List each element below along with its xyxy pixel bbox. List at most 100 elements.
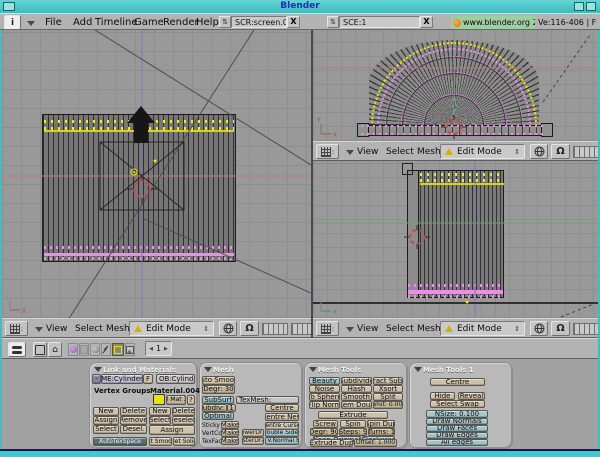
- material-select-button[interactable]: Select: [149, 416, 171, 425]
- layer-buttons-group2[interactable]: [291, 323, 311, 335]
- layer-buttons-group1[interactable]: [262, 323, 288, 335]
- smooth-button[interactable]: Smooth: [341, 393, 372, 401]
- header-collapse-icon[interactable]: [346, 327, 354, 332]
- rotation-pivot-button[interactable]: Ω: [551, 321, 570, 336]
- panel-collapse-icon[interactable]: [94, 367, 102, 372]
- viewport-type-button[interactable]: :: [316, 321, 339, 336]
- material-assign-button[interactable]: Assign: [149, 425, 195, 435]
- reveal-button[interactable]: Reveal: [458, 392, 485, 400]
- degr-field[interactable]: Degr: 30: [202, 385, 235, 394]
- viewport-top[interactable]: Y X: [313, 30, 598, 141]
- autotexspace-toggle[interactable]: AutoTexSpace: [93, 437, 147, 446]
- scene-selector[interactable]: SCE:1: [339, 16, 420, 28]
- mesh-name-field[interactable]: ME:Cylinder: [101, 374, 143, 384]
- viewport-front[interactable]: Z X: [2, 30, 311, 318]
- sticky-make-button[interactable]: Make: [221, 421, 239, 429]
- subdiv-render-field[interactable]: 1: [227, 404, 236, 412]
- texmesh-field[interactable]: TexMesh:: [236, 396, 299, 404]
- blender-logo-button[interactable]: i: [4, 15, 21, 30]
- panels-menu-button[interactable]: [8, 342, 26, 357]
- view-menu[interactable]: View: [357, 324, 378, 334]
- vgroup-deselect-button[interactable]: Desel.: [120, 425, 147, 434]
- vgroup-assign-button[interactable]: Assign: [93, 416, 119, 425]
- mode-dropdown[interactable]: Edit Mode ⇕: [440, 144, 525, 159]
- viewport-side[interactable]: Z Y: [313, 161, 598, 318]
- material-help-button[interactable]: ?: [187, 395, 195, 405]
- shading-context-button[interactable]: [90, 343, 100, 356]
- material-new-button[interactable]: New: [149, 407, 171, 416]
- select-swap-button[interactable]: Select Swap: [430, 400, 485, 408]
- offset-field[interactable]: Offset: 1.000: [354, 439, 397, 447]
- screen-delete-button[interactable]: X: [287, 16, 300, 28]
- centre-new-button[interactable]: Centre New: [265, 413, 299, 421]
- panel-collapse-icon[interactable]: [204, 367, 212, 372]
- object-context-button[interactable]: [101, 343, 111, 356]
- panel-mesh[interactable]: Mesh Auto Smooth Degr: 30 SubSurf TexMes…: [200, 363, 302, 448]
- scene-browse-button[interactable]: ⇅: [327, 16, 339, 28]
- subsurf-toggle[interactable]: SubSurf: [202, 396, 234, 404]
- vgroup-new-button[interactable]: New: [93, 407, 119, 416]
- set-smooth-button[interactable]: Set Smooth: [149, 437, 172, 446]
- panel-mesh-tools-1[interactable]: Mesh Tools 1 Centre Hide Reveal Select S…: [410, 363, 512, 448]
- nsize-field[interactable]: NSize: 0.100: [426, 410, 488, 418]
- scene-context-button[interactable]: [125, 343, 135, 356]
- chevron-down-icon[interactable]: [27, 21, 35, 26]
- mesh-menu[interactable]: Mesh: [417, 147, 441, 157]
- view-menu[interactable]: View: [357, 147, 378, 157]
- editing-context-button[interactable]: [112, 343, 124, 356]
- menu-file[interactable]: File: [45, 17, 62, 28]
- mesh-menu[interactable]: Mesh: [106, 324, 130, 334]
- screw-button[interactable]: Screw: [313, 420, 338, 428]
- draw-edges-toggle[interactable]: Draw Edges: [426, 432, 488, 439]
- draw-type-button[interactable]: [530, 144, 548, 159]
- fract-subd-button[interactable]: Fract Subd: [373, 377, 403, 385]
- vertcol-make-button[interactable]: Make: [221, 429, 239, 437]
- mesh-browse-button[interactable]: -: [92, 374, 101, 384]
- viewport-type-button[interactable]: :: [316, 144, 339, 159]
- subdiv-field[interactable]: Subdiv: 1: [202, 404, 227, 412]
- spin-turns-field[interactable]: Turns: 1: [368, 428, 395, 436]
- web-link-badge[interactable]: www.blender.org 231: [451, 16, 535, 29]
- subdivide-button[interactable]: Subdivide: [341, 377, 372, 385]
- frame-prev-icon[interactable]: ◀: [149, 346, 153, 352]
- logic-context-button[interactable]: [68, 343, 78, 356]
- material-delete-button[interactable]: Delete: [172, 407, 195, 416]
- mesh-menu[interactable]: Mesh: [417, 324, 441, 334]
- menu-game[interactable]: Game: [134, 17, 164, 28]
- screen-browse-button[interactable]: ⇅: [219, 16, 231, 28]
- extrude-button[interactable]: Extrude: [318, 411, 388, 419]
- limit-field[interactable]: Limit: 0.001: [373, 401, 403, 409]
- auto-smooth-toggle[interactable]: Auto Smooth: [202, 376, 235, 385]
- header-collapse-icon[interactable]: [35, 327, 43, 332]
- draw-faces-toggle[interactable]: Draw Faces: [426, 425, 488, 432]
- layer-buttons-group1[interactable]: [573, 323, 598, 335]
- panel-link-and-materials[interactable]: Link and Materials - ME:Cylinder F OB:Cy…: [90, 363, 197, 448]
- texface-make-button[interactable]: Make: [221, 437, 239, 445]
- all-edges-toggle[interactable]: All edges: [426, 439, 488, 446]
- extrude-dup-button[interactable]: Extrude Dup: [310, 439, 353, 447]
- script-context-button[interactable]: [79, 343, 89, 356]
- select-menu[interactable]: Select: [75, 324, 103, 334]
- mode-dropdown[interactable]: Edit Mode ⇕: [129, 321, 214, 336]
- spin-steps-field[interactable]: Steps: 9: [339, 428, 367, 436]
- vgroup-delete-button[interactable]: Delete: [120, 407, 147, 416]
- home-button[interactable]: ⌂: [48, 342, 62, 357]
- layer-buttons-group1[interactable]: [573, 146, 598, 158]
- fake-user-button[interactable]: F: [143, 374, 153, 384]
- view-menu[interactable]: View: [46, 324, 67, 334]
- material-deselect-button[interactable]: Deselect: [172, 416, 195, 425]
- material-color-swatch[interactable]: [153, 394, 165, 405]
- panel-collapse-icon[interactable]: [309, 367, 317, 372]
- hash-button[interactable]: Hash: [341, 385, 372, 393]
- screen-selector[interactable]: SCR:screen.001: [231, 16, 287, 28]
- select-menu[interactable]: Select: [386, 147, 414, 157]
- window-menu-button[interactable]: [3, 2, 15, 11]
- spin-button[interactable]: Spin: [340, 420, 366, 428]
- set-solid-button[interactable]: Set Solid: [173, 437, 195, 446]
- no-vnormal-toggle[interactable]: No V.Normal Flip: [265, 437, 299, 445]
- menu-timeline[interactable]: Timeline: [95, 17, 138, 28]
- rotation-pivot-button[interactable]: Ω: [551, 144, 570, 159]
- double-sided-toggle[interactable]: Double Sided: [265, 429, 299, 437]
- scene-delete-button[interactable]: X: [420, 16, 433, 28]
- mode-dropdown[interactable]: Edit Mode ⇕: [440, 321, 525, 336]
